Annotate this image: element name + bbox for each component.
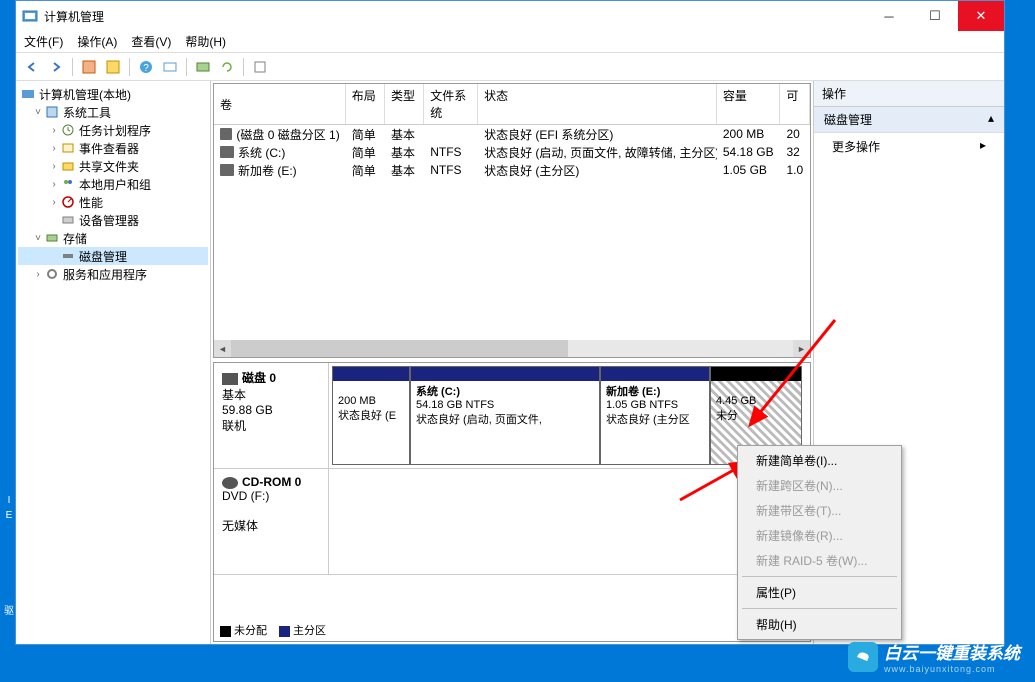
menu-action[interactable]: 操作(A)	[77, 33, 117, 50]
actions-more[interactable]: 更多操作▸	[814, 133, 1004, 160]
desktop-icon: E	[2, 510, 16, 521]
col-layout[interactable]: 布局	[346, 84, 385, 124]
svg-text:?: ?	[143, 63, 149, 74]
volume-row[interactable]: 新加卷 (E:) 简单基本NTFS状态良好 (主分区)1.05 GB1.0	[214, 161, 810, 179]
window-title: 计算机管理	[44, 8, 866, 25]
center-panel: 卷 布局 类型 文件系统 状态 容量 可 (磁盘 0 磁盘分区 1) 简单基本状…	[211, 81, 814, 644]
tree-shared-folders[interactable]: ›共享文件夹	[18, 157, 208, 175]
context-menu: 新建简单卷(I)... 新建跨区卷(N)... 新建带区卷(T)... 新建镜像…	[737, 445, 902, 640]
cdrom-icon	[222, 477, 238, 489]
menu-new-mirrored-volume: 新建镜像卷(R)...	[740, 523, 899, 548]
col-capacity[interactable]: 容量	[717, 84, 781, 124]
tree-task-scheduler[interactable]: ›任务计划程序	[18, 121, 208, 139]
tree-system-tools[interactable]: ˅系统工具	[18, 103, 208, 121]
toolbar-icon[interactable]	[103, 57, 123, 77]
menu-properties[interactable]: 属性(P)	[740, 580, 899, 605]
tree-services[interactable]: ›服务和应用程序	[18, 265, 208, 283]
chevron-right-icon: ▸	[980, 138, 986, 155]
col-filesystem[interactable]: 文件系统	[424, 84, 478, 124]
desktop-icon: I	[2, 495, 16, 506]
disk-label[interactable]: 磁盘 0 基本 59.88 GB 联机	[214, 363, 329, 468]
desktop-icon: 驱	[2, 602, 16, 617]
tree-device-manager[interactable]: 设备管理器	[18, 211, 208, 229]
volume-list[interactable]: 卷 布局 类型 文件系统 状态 容量 可 (磁盘 0 磁盘分区 1) 简单基本状…	[213, 83, 811, 358]
volume-row[interactable]: 系统 (C:) 简单基本NTFS状态良好 (启动, 页面文件, 故障转储, 主分…	[214, 143, 810, 161]
menu-file[interactable]: 文件(F)	[24, 33, 63, 50]
tree-root[interactable]: 计算机管理(本地)	[18, 85, 208, 103]
disk-row[interactable]: 磁盘 0 基本 59.88 GB 联机 200 MB状态良好 (E 系统 (C:…	[214, 363, 810, 469]
app-icon	[22, 8, 38, 24]
col-status[interactable]: 状态	[478, 84, 717, 124]
menu-help[interactable]: 帮助(H)	[185, 33, 226, 50]
volume-icon	[220, 164, 234, 176]
toolbar-icon[interactable]	[250, 57, 270, 77]
tree-disk-management[interactable]: 磁盘管理	[18, 247, 208, 265]
back-button[interactable]	[22, 57, 42, 77]
partition-efi[interactable]: 200 MB状态良好 (E	[332, 366, 410, 465]
watermark: 白云一键重装系统 www.baiyunxitong.com	[848, 639, 1020, 674]
toolbar-icon[interactable]	[79, 57, 99, 77]
tree-event-viewer[interactable]: ›事件查看器	[18, 139, 208, 157]
volume-row[interactable]: (磁盘 0 磁盘分区 1) 简单基本状态良好 (EFI 系统分区)200 MB2…	[214, 125, 810, 143]
close-button[interactable]: ✕	[958, 1, 1004, 31]
refresh-icon[interactable]	[217, 57, 237, 77]
navigation-tree[interactable]: 计算机管理(本地) ˅系统工具 ›任务计划程序 ›事件查看器 ›共享文件夹 ›本…	[16, 81, 211, 644]
toolbar-icon[interactable]	[160, 57, 180, 77]
col-type[interactable]: 类型	[385, 84, 424, 124]
partition-system-c[interactable]: 系统 (C:)54.18 GB NTFS状态良好 (启动, 页面文件,	[410, 366, 600, 465]
menu-help[interactable]: 帮助(H)	[740, 612, 899, 637]
menu-new-raid5-volume: 新建 RAID-5 卷(W)...	[740, 548, 899, 573]
menu-new-spanned-volume: 新建跨区卷(N)...	[740, 473, 899, 498]
col-free[interactable]: 可	[780, 84, 810, 124]
minimize-button[interactable]: ─	[866, 1, 912, 31]
volume-list-header[interactable]: 卷 布局 类型 文件系统 状态 容量 可	[214, 84, 810, 125]
help-icon[interactable]: ?	[136, 57, 156, 77]
toolbar-icon[interactable]	[193, 57, 213, 77]
partition-newvol-e[interactable]: 新加卷 (E:)1.05 GB NTFS状态良好 (主分区	[600, 366, 710, 465]
horizontal-scrollbar[interactable]: ◄►	[214, 340, 810, 357]
tree-local-users[interactable]: ›本地用户和组	[18, 175, 208, 193]
col-volume[interactable]: 卷	[214, 84, 346, 124]
actions-header: 操作	[814, 81, 1004, 107]
volume-icon	[220, 146, 234, 158]
disk-row[interactable]: CD-ROM 0 DVD (F:) 无媒体	[214, 469, 810, 575]
volume-icon	[220, 128, 232, 140]
maximize-button[interactable]: ☐	[912, 1, 958, 31]
watermark-logo-icon	[848, 642, 878, 672]
collapse-icon: ▴	[988, 111, 994, 128]
tree-storage[interactable]: ˅存储	[18, 229, 208, 247]
forward-button[interactable]	[46, 57, 66, 77]
menu-new-simple-volume[interactable]: 新建简单卷(I)...	[740, 448, 899, 473]
titlebar[interactable]: 计算机管理 ─ ☐ ✕	[16, 1, 1004, 31]
cdrom-label[interactable]: CD-ROM 0 DVD (F:) 无媒体	[214, 469, 329, 574]
actions-diskmgmt[interactable]: 磁盘管理▴	[814, 107, 1004, 133]
menu-view[interactable]: 查看(V)	[131, 33, 171, 50]
disk-icon	[222, 373, 238, 385]
menu-new-striped-volume: 新建带区卷(T)...	[740, 498, 899, 523]
toolbar: ?	[16, 53, 1004, 81]
legend: 未分配 主分区	[220, 622, 326, 638]
tree-performance[interactable]: ›性能	[18, 193, 208, 211]
menubar: 文件(F) 操作(A) 查看(V) 帮助(H)	[16, 31, 1004, 53]
disk-graphical-view: 磁盘 0 基本 59.88 GB 联机 200 MB状态良好 (E 系统 (C:…	[213, 362, 811, 642]
